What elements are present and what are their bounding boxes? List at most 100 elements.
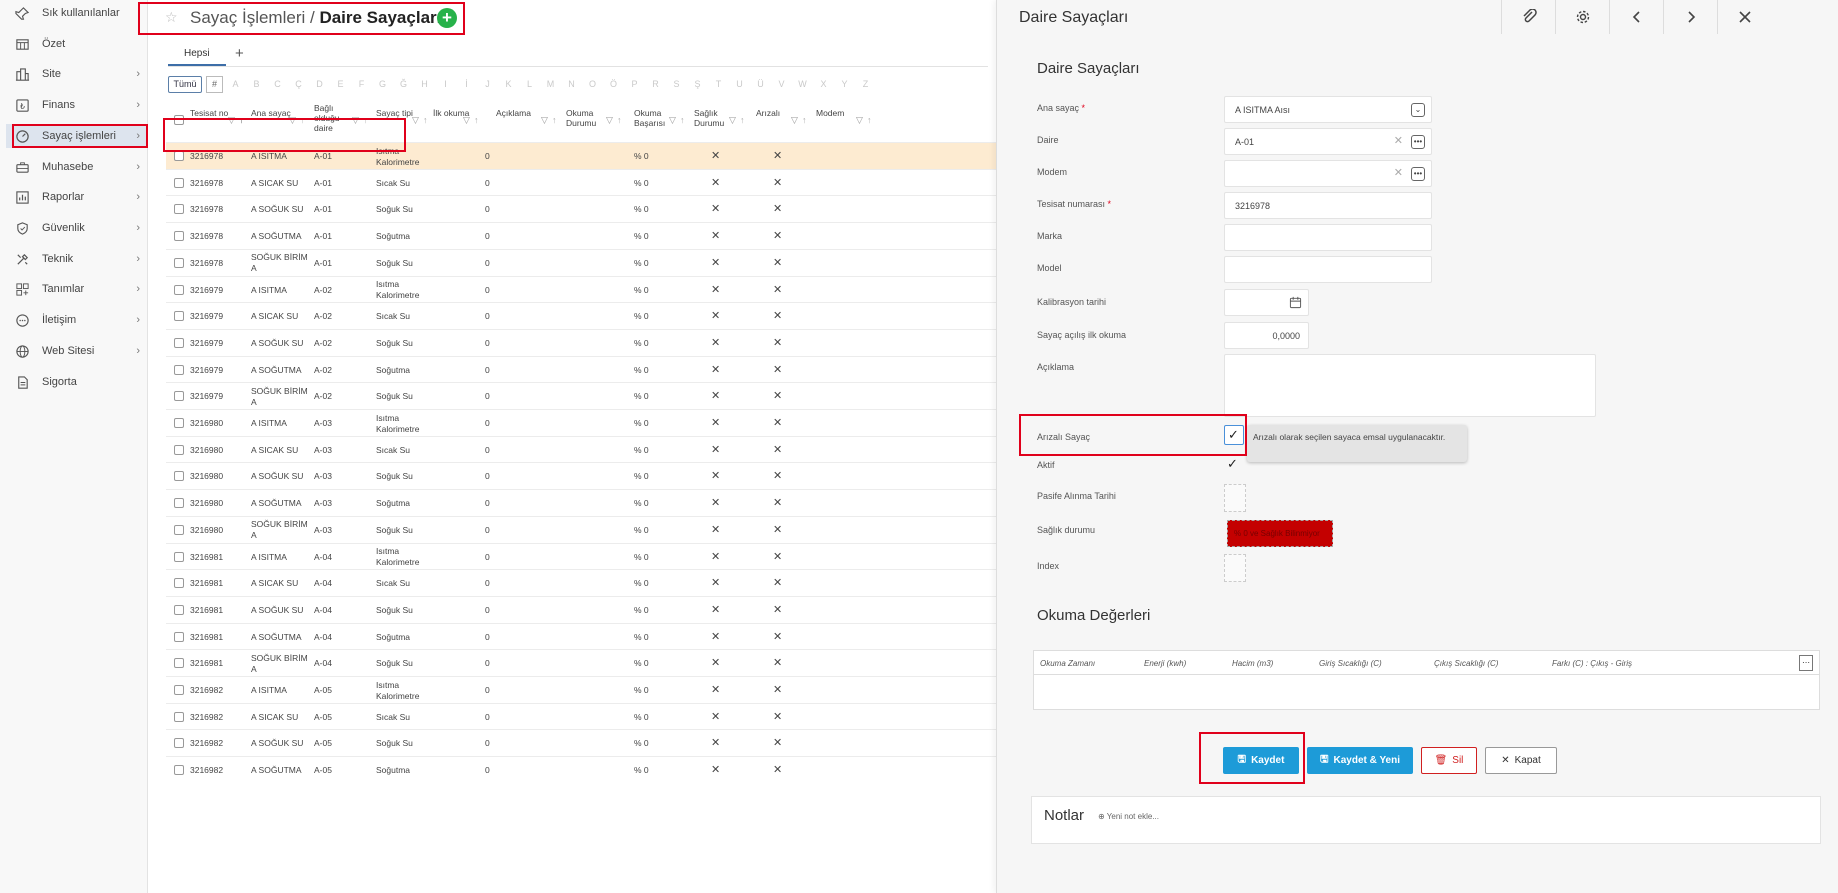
table-row[interactable]: 3216980 A SICAK SU A-03 Sıcak Su 0 % 0 ✕ ✕	[166, 435, 996, 463]
readings-column-header[interactable]: Enerji (kwh)	[1144, 659, 1186, 668]
table-row[interactable]: 3216980 A ISITMA A-03 Isıtma Kalorimetre 0 % …	[166, 409, 996, 436]
save-button[interactable]: 🖫 Kaydet	[1223, 747, 1299, 774]
table-row[interactable]: 3216979 A SOĞUTMA A-02 Soğutma 0 % 0 ✕ ✕	[166, 355, 996, 383]
add-button[interactable]: +	[437, 8, 457, 28]
row-checkbox[interactable]	[174, 177, 184, 188]
letter-button[interactable]: I	[435, 79, 456, 89]
letter-button[interactable]: B	[246, 79, 267, 89]
favorite-star-icon[interactable]: ☆	[165, 9, 178, 26]
sort-arrow-icon[interactable]: ↑	[802, 115, 807, 125]
row-checkbox[interactable]	[174, 765, 184, 776]
ilk-okuma-input[interactable]: 0,0000	[1224, 322, 1309, 349]
marka-input[interactable]	[1224, 224, 1432, 251]
sidebar-item-10[interactable]: Tanımlar ›	[6, 277, 146, 301]
letter-button[interactable]: V	[771, 79, 792, 89]
table-row[interactable]: 3216980 SOĞUK BİRİM A A-03 Soğuk Su 0 % 0 ✕ ✕	[166, 515, 996, 543]
table-row[interactable]: 3216978 A SOĞUK SU A-01 Soğuk Su 0 % 0 ✕ ✕	[166, 195, 996, 222]
row-checkbox[interactable]	[174, 257, 184, 268]
modem-select[interactable]: ✕ •••	[1224, 160, 1432, 187]
sidebar-item-2[interactable]: Özet	[6, 32, 146, 56]
filter-icon[interactable]: ▽	[412, 115, 419, 125]
readings-column-header[interactable]: Hacim (m3)	[1232, 659, 1273, 668]
arizali-checkbox[interactable]: ✓	[1224, 425, 1244, 445]
letter-button[interactable]: C	[267, 79, 288, 89]
letter-button[interactable]: A	[225, 79, 246, 89]
index-input[interactable]	[1224, 554, 1246, 582]
calendar-icon[interactable]	[1289, 296, 1302, 311]
table-row[interactable]: 3216978 A ISITMA A-01 Isıtma Kalorimetre 0 % …	[166, 142, 996, 169]
letter-button[interactable]: X	[813, 79, 834, 89]
letter-button[interactable]: R	[645, 79, 666, 89]
table-row[interactable]: 3216981 A SOĞUK SU A-04 Soğuk Su 0 % 0 ✕ ✕	[166, 595, 996, 623]
row-checkbox[interactable]	[174, 204, 184, 215]
table-row[interactable]: 3216979 A SOĞUK SU A-02 Soğuk Su 0 % 0 ✕ ✕	[166, 328, 996, 356]
tesisat-input[interactable]: 3216978	[1224, 192, 1432, 219]
letter-button[interactable]: Ü	[750, 79, 771, 89]
table-row[interactable]: 3216980 A SOĞUK SU A-03 Soğuk Su 0 % 0 ✕ ✕	[166, 462, 996, 489]
table-row[interactable]: 3216978 A SOĞUTMA A-01 Soğutma 0 % 0 ✕ ✕	[166, 222, 996, 249]
sort-arrow-icon[interactable]: ↑	[867, 115, 872, 125]
sidebar-item-1[interactable]: Sık kullanılanlar	[6, 1, 146, 25]
row-checkbox[interactable]	[174, 551, 184, 562]
sidebar-item-7[interactable]: Raporlar ›	[6, 185, 146, 209]
settings-gear-icon[interactable]	[1555, 0, 1609, 34]
sidebar-item-8[interactable]: Güvenlik ›	[6, 216, 146, 240]
letter-button[interactable]: Ğ	[393, 79, 414, 89]
row-checkbox[interactable]	[174, 604, 184, 615]
table-row[interactable]: 3216979 SOĞUK BİRİM A A-02 Soğuk Su 0 % 0 ✕ ✕	[166, 382, 996, 409]
letter-button[interactable]: Ö	[603, 79, 624, 89]
filter-icon[interactable]: ▽	[729, 115, 736, 125]
more-icon[interactable]: •••	[1411, 167, 1425, 181]
row-checkbox[interactable]	[174, 337, 184, 348]
filter-icon[interactable]: ▽	[791, 115, 798, 125]
sort-arrow-icon[interactable]: ↑	[239, 115, 244, 125]
row-checkbox[interactable]	[174, 631, 184, 642]
sort-arrow-icon[interactable]: ↑	[617, 115, 622, 125]
letter-button[interactable]: Ç	[288, 79, 309, 89]
sidebar-item-12[interactable]: Web Sitesi ›	[6, 339, 146, 363]
filter-icon[interactable]: ▽	[541, 115, 548, 125]
row-checkbox[interactable]	[174, 418, 184, 428]
ana-sayac-select[interactable]: A ISITMA Aısı ⌄	[1224, 96, 1432, 123]
table-row[interactable]: 3216982 A SOĞUTMA A-05 Soğutma 0 % 0 ✕ ✕	[166, 756, 996, 783]
sort-arrow-icon[interactable]: ↑	[363, 115, 368, 125]
table-row[interactable]: 3216981 SOĞUK BİRİM A A-04 Soğuk Su 0 % 0 ✕ ✕	[166, 649, 996, 676]
row-checkbox[interactable]	[174, 524, 184, 535]
letter-button[interactable]: N	[561, 79, 582, 89]
row-checkbox[interactable]	[174, 498, 184, 509]
letter-button[interactable]: Y	[834, 79, 855, 89]
row-checkbox[interactable]	[174, 711, 184, 722]
sidebar-item-11[interactable]: İletişim ›	[6, 308, 146, 332]
letter-button[interactable]: P	[624, 79, 645, 89]
clear-icon[interactable]: ✕	[1394, 166, 1403, 179]
sort-arrow-icon[interactable]: ↑	[680, 115, 685, 125]
more-icon[interactable]: •••	[1411, 135, 1425, 149]
filter-icon[interactable]: ▽	[856, 115, 863, 125]
letter-button[interactable]: O	[582, 79, 603, 89]
add-note-link[interactable]: ⊕ Yeni not ekle...	[1098, 812, 1159, 821]
chevron-down-icon[interactable]: ⌄	[1411, 103, 1425, 117]
letter-button[interactable]: S	[666, 79, 687, 89]
row-checkbox[interactable]	[174, 391, 184, 402]
letter-button[interactable]: J	[477, 79, 498, 89]
sidebar-item-6[interactable]: Muhasebe ›	[6, 155, 146, 179]
sort-arrow-icon[interactable]: ↑	[300, 115, 305, 125]
save-new-button[interactable]: 🖫 Kaydet & Yeni	[1307, 747, 1413, 774]
next-chevron-icon[interactable]	[1663, 0, 1717, 34]
close-button[interactable]: ✕ Kapat	[1485, 747, 1557, 774]
aktif-checkbox[interactable]: ✓	[1224, 455, 1244, 475]
daire-select[interactable]: A-01 ✕ •••	[1224, 128, 1432, 155]
table-row[interactable]: 3216981 A ISITMA A-04 Isıtma Kalorimetre 0 % …	[166, 542, 996, 570]
letter-button[interactable]: İ	[456, 79, 477, 89]
row-checkbox[interactable]	[174, 231, 184, 242]
letter-all-button[interactable]: Tümü	[168, 75, 202, 93]
filter-icon[interactable]: ▽	[669, 115, 676, 125]
close-icon[interactable]	[1717, 0, 1771, 34]
model-input[interactable]	[1224, 256, 1432, 283]
letter-button[interactable]: G	[372, 79, 393, 89]
sidebar-item-13[interactable]: Sigorta	[6, 370, 146, 394]
letter-button[interactable]: U	[729, 79, 750, 89]
row-checkbox[interactable]	[174, 151, 184, 161]
column-chooser-icon[interactable]: ⋯	[1799, 655, 1813, 671]
filter-icon[interactable]: ▽	[289, 115, 296, 125]
